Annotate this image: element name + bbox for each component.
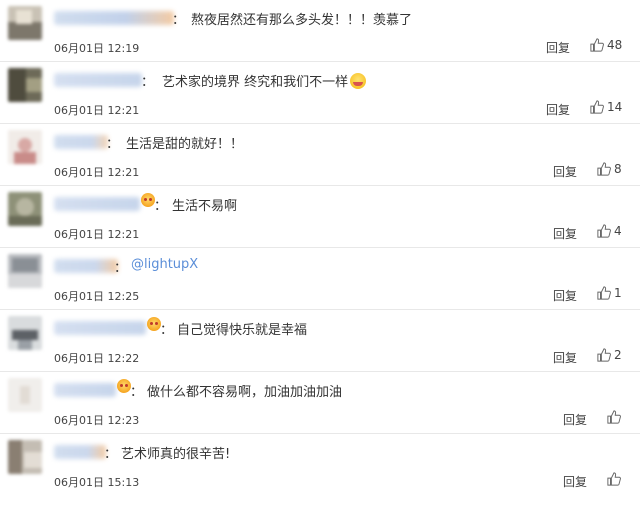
timestamp: 06月01日 12:21 xyxy=(54,166,140,179)
username[interactable] xyxy=(54,73,142,87)
avatar[interactable] xyxy=(8,440,42,474)
username[interactable] xyxy=(54,445,106,459)
mention-link[interactable]: @lightupX xyxy=(131,257,198,272)
thumbs-up-icon xyxy=(597,162,611,176)
like-count: 1 xyxy=(614,286,622,300)
reply-button[interactable]: 回复 xyxy=(546,101,570,118)
timestamp: 06月01日 12:21 xyxy=(54,228,140,241)
username[interactable] xyxy=(54,11,174,25)
timestamp: 06月01日 12:23 xyxy=(54,414,140,427)
like-button[interactable]: 2 xyxy=(597,348,622,362)
avatar[interactable] xyxy=(8,130,42,164)
comment-text: 艺术师真的很辛苦! xyxy=(121,447,231,462)
reply-button[interactable]: 回复 xyxy=(553,163,577,180)
like-count: 14 xyxy=(607,100,623,114)
username[interactable] xyxy=(54,321,146,335)
like-count: 2 xyxy=(614,348,622,362)
colon: ： xyxy=(130,385,144,400)
vip-badge-icon xyxy=(147,317,161,331)
laughing-emoji-icon xyxy=(350,73,367,89)
like-button[interactable]: 4 xyxy=(597,224,622,238)
colon: ： xyxy=(141,75,155,90)
reply-button[interactable]: 回复 xyxy=(546,39,570,56)
comment-item: ： 熬夜居然还有那么多头发！！！羡慕了 06月01日 12:19 回复 48 xyxy=(0,0,640,62)
thumbs-up-icon xyxy=(590,100,604,114)
comment-text: 熬夜居然还有那么多头发！！！羡慕了 xyxy=(191,13,413,28)
like-button[interactable] xyxy=(607,410,624,424)
colon: ： xyxy=(106,137,120,152)
colon: ： xyxy=(104,447,118,462)
like-button[interactable]: 48 xyxy=(590,38,622,52)
timestamp: 06月01日 12:21 xyxy=(54,104,140,117)
colon: ： xyxy=(160,323,174,338)
like-count: 8 xyxy=(614,162,622,176)
comment-text: 做什么都不容易啊，加油加油加油 xyxy=(147,385,343,400)
username[interactable] xyxy=(54,259,118,273)
avatar[interactable] xyxy=(8,6,42,40)
thumbs-up-icon xyxy=(607,410,621,424)
comment-text-content: 艺术家的境界 终究和我们不一样 xyxy=(162,75,349,90)
colon: ： xyxy=(154,199,168,214)
comment-item: ： 生活是甜的就好！！ 06月01日 12:21 回复 8 xyxy=(0,124,640,186)
username[interactable] xyxy=(54,135,108,149)
reply-button[interactable]: 回复 xyxy=(553,349,577,366)
like-count: 48 xyxy=(607,38,623,52)
colon: ： xyxy=(114,261,128,276)
thumbs-up-icon xyxy=(607,472,621,486)
avatar[interactable] xyxy=(8,316,42,350)
comment-text: 艺术家的境界 终究和我们不一样 xyxy=(162,71,367,90)
comment-text: 生活不易啊 xyxy=(172,199,238,214)
comment-text: 生活是甜的就好！！ xyxy=(126,137,244,152)
comment-item: ： 生活不易啊 06月01日 12:21 回复 4 xyxy=(0,186,640,248)
comment-item: ： @lightupX 06月01日 12:25 回复 1 xyxy=(0,248,640,310)
like-button[interactable]: 1 xyxy=(597,286,622,300)
reply-button[interactable]: 回复 xyxy=(563,473,587,490)
comment-item: ： 艺术师真的很辛苦! 06月01日 15:13 回复 xyxy=(0,434,640,496)
username[interactable] xyxy=(54,383,116,397)
like-button[interactable]: 14 xyxy=(590,100,622,114)
colon: ： xyxy=(172,13,186,28)
avatar[interactable] xyxy=(8,378,42,412)
avatar[interactable] xyxy=(8,254,42,288)
thumbs-up-icon xyxy=(597,348,611,362)
avatar[interactable] xyxy=(8,68,42,102)
comment-text: 自己觉得快乐就是幸福 xyxy=(177,323,308,338)
vip-badge-icon xyxy=(141,193,155,207)
timestamp: 06月01日 12:19 xyxy=(54,42,140,55)
timestamp: 06月01日 15:13 xyxy=(54,476,140,489)
reply-button[interactable]: 回复 xyxy=(553,287,577,304)
reply-button[interactable]: 回复 xyxy=(563,411,587,428)
thumbs-up-icon xyxy=(590,38,604,52)
avatar[interactable] xyxy=(8,192,42,226)
comment-item: ： 做什么都不容易啊，加油加油加油 06月01日 12:23 回复 xyxy=(0,372,640,434)
thumbs-up-icon xyxy=(597,286,611,300)
timestamp: 06月01日 12:25 xyxy=(54,290,140,303)
like-button[interactable]: 8 xyxy=(597,162,622,176)
vip-badge-icon xyxy=(117,379,131,393)
like-count: 4 xyxy=(614,224,622,238)
timestamp: 06月01日 12:22 xyxy=(54,352,140,365)
thumbs-up-icon xyxy=(597,224,611,238)
reply-button[interactable]: 回复 xyxy=(553,225,577,242)
like-button[interactable] xyxy=(607,472,624,486)
comment-list: ： 熬夜居然还有那么多头发！！！羡慕了 06月01日 12:19 回复 48 ：… xyxy=(0,0,640,505)
comment-item: ： 自己觉得快乐就是幸福 06月01日 12:22 回复 2 xyxy=(0,310,640,372)
username[interactable] xyxy=(54,197,140,211)
comment-item: ： 艺术家的境界 终究和我们不一样 06月01日 12:21 回复 14 xyxy=(0,62,640,124)
